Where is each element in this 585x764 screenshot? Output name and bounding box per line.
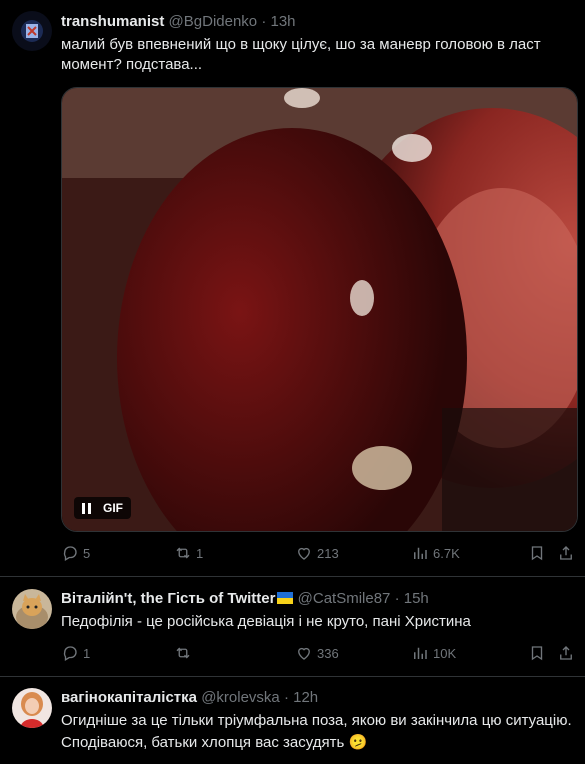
separator: · bbox=[283, 689, 289, 706]
gif-frame bbox=[62, 88, 577, 531]
post-text: Огидніше за це тільки тріумфальна поза, … bbox=[61, 712, 572, 751]
separator: · bbox=[261, 13, 267, 30]
author-handle[interactable]: @CatSmile87 bbox=[298, 590, 391, 607]
separator: · bbox=[394, 590, 400, 607]
reply-button[interactable]: 1 bbox=[61, 642, 90, 664]
author-handle[interactable]: @krolevska bbox=[201, 689, 280, 706]
author-name[interactable]: transhumanist bbox=[61, 13, 164, 30]
post-text: малий був впевнений що в щоку цілує, шо … bbox=[61, 36, 541, 73]
author-name[interactable]: Віталійn't, the Гість of Twitter bbox=[61, 590, 275, 607]
reply-count: 5 bbox=[83, 545, 91, 561]
timestamp[interactable]: 12h bbox=[293, 689, 318, 706]
gif-label: GIF bbox=[103, 501, 123, 515]
repost-button[interactable] bbox=[174, 642, 196, 664]
like-button[interactable]: 336 bbox=[295, 642, 339, 664]
post-1[interactable]: transhumanist @BgDidenko · 13h малий був… bbox=[0, 0, 585, 580]
reply-icon bbox=[63, 646, 77, 661]
views-button[interactable]: 6.7K bbox=[411, 542, 460, 564]
views-icon bbox=[414, 647, 427, 659]
author-name[interactable]: вагінокапіталістка bbox=[61, 689, 197, 706]
repost-icon bbox=[176, 547, 190, 559]
avatar[interactable] bbox=[12, 688, 52, 728]
like-icon bbox=[298, 647, 310, 660]
post-2[interactable]: Віталійn't, the Гість of Twitter @CatSmi… bbox=[0, 577, 585, 676]
timestamp[interactable]: 15h bbox=[404, 590, 429, 607]
reply-count: 1 bbox=[83, 645, 91, 661]
share-button[interactable] bbox=[557, 542, 575, 564]
post-text: Педофілія - це російська девіація і не к… bbox=[61, 613, 471, 630]
like-button[interactable]: 213 bbox=[295, 542, 339, 564]
views-count: 6.7K bbox=[433, 545, 460, 561]
post-3[interactable]: вагінокапіталістка @krolevska · 12h Огид… bbox=[0, 677, 585, 764]
share-icon bbox=[560, 646, 572, 660]
avatar[interactable] bbox=[12, 589, 52, 629]
ukraine-flag-icon bbox=[277, 592, 294, 604]
timestamp[interactable]: 13h bbox=[270, 13, 295, 30]
gif-badge[interactable]: GIF bbox=[74, 497, 131, 519]
bookmark-button[interactable] bbox=[528, 642, 546, 664]
like-count: 213 bbox=[317, 545, 339, 561]
views-icon bbox=[414, 547, 427, 559]
like-count: 336 bbox=[317, 645, 339, 661]
repost-count: 1 bbox=[196, 545, 204, 561]
reply-icon bbox=[63, 546, 77, 561]
like-icon bbox=[298, 547, 310, 560]
reply-button[interactable]: 5 bbox=[61, 542, 90, 564]
avatar[interactable] bbox=[12, 11, 52, 51]
bookmark-icon bbox=[531, 646, 543, 661]
repost-button[interactable]: 1 bbox=[174, 542, 203, 564]
bookmark-button[interactable] bbox=[528, 542, 546, 564]
views-count: 10K bbox=[433, 645, 457, 661]
repost-icon bbox=[176, 647, 190, 659]
pause-icon[interactable] bbox=[82, 502, 91, 514]
share-icon bbox=[560, 546, 572, 560]
views-button[interactable]: 10K bbox=[411, 642, 456, 664]
bookmark-icon bbox=[531, 546, 543, 561]
share-button[interactable] bbox=[557, 642, 575, 664]
author-handle[interactable]: @BgDidenko bbox=[169, 13, 258, 30]
gif-media[interactable]: GIF bbox=[61, 87, 578, 532]
